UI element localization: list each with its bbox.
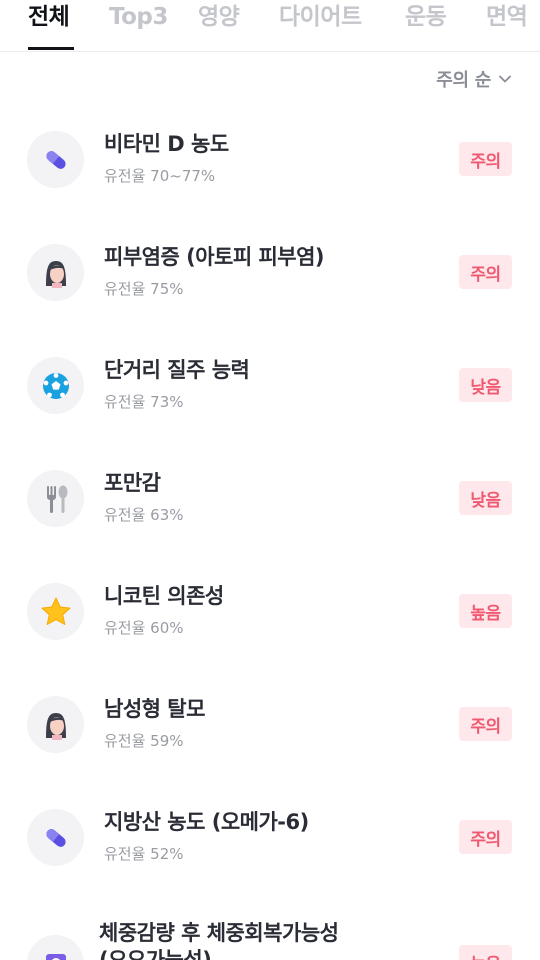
- item-heritability: 유전율 60%: [104, 619, 184, 637]
- tab-top3[interactable]: Top3: [109, 2, 168, 32]
- list-item[interactable]: 니코틴 의존성 유전율 60% 높음: [0, 554, 540, 667]
- tab-diet[interactable]: 다이어트: [279, 2, 362, 32]
- item-title: 남성형 탈모: [104, 697, 205, 721]
- soccer-ball-icon: [27, 357, 84, 414]
- status-badge: 주의: [459, 707, 512, 741]
- item-title: 피부염증 (아토피 피부염): [104, 245, 325, 269]
- pill-icon: [27, 809, 84, 866]
- tab-exercise[interactable]: 운동: [405, 2, 447, 32]
- list-item[interactable]: 피부염증 (아토피 피부염) 유전율 75% 주의: [0, 215, 540, 328]
- list-item[interactable]: 남성형 탈모 유전율 59% 주의: [0, 667, 540, 780]
- item-heritability: 유전율 75%: [104, 280, 184, 298]
- scale-icon: [27, 935, 84, 960]
- item-heritability: 유전율 70~77%: [104, 167, 216, 185]
- item-heritability: 유전율 52%: [104, 845, 184, 863]
- list-item[interactable]: 비타민 D 농도 유전율 70~77% 주의: [0, 102, 540, 215]
- active-tab-indicator: [28, 47, 74, 50]
- sort-dropdown[interactable]: 주의 순: [436, 66, 512, 92]
- tab-nutrition[interactable]: 영양: [198, 2, 240, 32]
- category-tab-bar: 전체 Top3 영양 다이어트 운동 면역: [0, 0, 540, 52]
- item-title: 니코틴 의존성: [104, 584, 224, 608]
- item-title-line2: (요요가능성): [99, 948, 212, 960]
- fork-spoon-icon: [27, 470, 84, 527]
- tab-immunity[interactable]: 면역: [486, 2, 528, 32]
- item-title: 지방산 농도 (오메가-6): [104, 810, 309, 834]
- status-badge: 주의: [459, 142, 512, 176]
- item-heritability: 유전율 73%: [104, 393, 184, 411]
- status-badge: 낮음: [459, 368, 512, 402]
- status-badge: 주의: [459, 255, 512, 289]
- list-item[interactable]: 체중감량 후 체중회복가능성 (요요가능성) 높음: [0, 893, 540, 960]
- list-item[interactable]: 단거리 질주 능력 유전율 73% 낮음: [0, 328, 540, 441]
- item-title: 단거리 질주 능력: [104, 358, 250, 382]
- chevron-down-icon: [499, 75, 511, 83]
- item-title: 체중감량 후 체중회복가능성: [99, 921, 339, 945]
- status-badge: 주의: [459, 820, 512, 854]
- tab-all[interactable]: 전체: [28, 2, 70, 32]
- list-item[interactable]: 포만감 유전율 63% 낮음: [0, 441, 540, 554]
- pill-icon: [27, 131, 84, 188]
- status-badge: 높음: [459, 945, 512, 960]
- face-icon: [27, 696, 84, 753]
- item-heritability: 유전율 63%: [104, 506, 184, 524]
- item-heritability: 유전율 59%: [104, 732, 184, 750]
- status-badge: 낮음: [459, 481, 512, 515]
- item-title: 비타민 D 농도: [104, 132, 229, 156]
- item-title: 포만감: [104, 471, 161, 495]
- list-item[interactable]: 지방산 농도 (오메가-6) 유전율 52% 주의: [0, 780, 540, 893]
- face-icon: [27, 244, 84, 301]
- star-icon: [27, 583, 84, 640]
- status-badge: 높음: [459, 594, 512, 628]
- sort-label: 주의 순: [436, 70, 491, 91]
